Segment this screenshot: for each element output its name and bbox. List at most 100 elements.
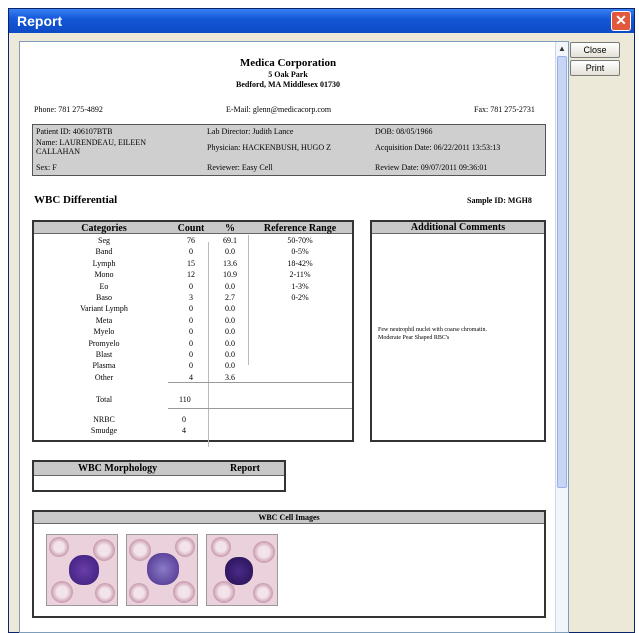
row-category: Lymph (92, 258, 116, 268)
row-pct: 2.7 (225, 293, 235, 302)
reviewer: Reviewer: Easy Cell (207, 163, 273, 172)
wbc-differential-table: Categories Count % Reference Range Seg 76… (32, 220, 354, 447)
row-category: Variant Lymph (80, 304, 128, 314)
row-category: Baso (96, 293, 112, 302)
morphology-report-col: Report (230, 463, 260, 474)
row-pct: 13.6 (223, 258, 237, 268)
row-count: 0 (189, 361, 193, 371)
nrbc-label: NRBC (93, 415, 115, 424)
row-category: Myelo (93, 327, 115, 337)
row-category: Other (94, 372, 114, 382)
additional-comments-box: Additional Comments Few neutrophil nucle… (370, 220, 546, 442)
row-pct: 3.6 (225, 372, 235, 382)
row-reference: 50-70% (287, 236, 313, 245)
row-category: Mono (94, 270, 114, 280)
row-reference: 2-11% (289, 270, 311, 280)
print-button[interactable]: Print (570, 60, 620, 76)
col-header-pct: % (225, 223, 235, 234)
row-pct: 0.0 (225, 281, 235, 291)
row-count: 4 (189, 372, 193, 382)
patient-id: Patient ID: 406107BTB (36, 127, 113, 136)
org-fax: Fax: 781 275-2731 (474, 105, 535, 114)
row-reference: 18-42% (287, 258, 313, 268)
acquisition-date: Acquisition Date: 06/22/2011 13:53:13 (375, 143, 501, 152)
row-category: Promyelo (88, 338, 120, 348)
org-name: Medica Corporation (239, 57, 337, 69)
row-pct: 0.0 (225, 315, 235, 325)
comment-line-1: Few neutrophil nuclei with coarse chroma… (378, 327, 487, 333)
images-title: WBC Cell Images (258, 513, 320, 522)
close-window-icon[interactable]: ✕ (611, 11, 631, 31)
physician: Physician: HACKENBUSH, HUGO Z (207, 143, 331, 152)
wbc-morphology-box: WBC Morphology Report (32, 460, 286, 492)
row-reference: 0-2% (291, 293, 309, 302)
org-address-1: 5 Oak Park (268, 70, 308, 79)
vertical-scrollbar[interactable]: ▲ (555, 42, 568, 632)
smudge-label: Smudge (90, 426, 118, 435)
scroll-thumb[interactable] (557, 56, 567, 488)
patient-info-box: Patient ID: 406107BTB Name: LAURENDEAU, … (32, 124, 546, 176)
col-header-count: Count (177, 223, 205, 234)
total-label: Total (95, 395, 113, 404)
patient-name: Name: LAURENDEAU, EILEEN CALLAHAN (36, 138, 146, 156)
row-category: Plasma (92, 361, 116, 371)
row-pct: 0.0 (225, 304, 235, 314)
total-line-bottom (168, 408, 352, 409)
report-viewer[interactable]: ▲ Medica Corporation 5 Oak Park Bedford,… (19, 41, 569, 633)
cell-image-1[interactable] (46, 534, 118, 606)
sample-id: Sample ID: MGH8 (467, 196, 532, 205)
row-category: Seg (98, 236, 110, 245)
org-phone: Phone: 781 275-4892 (34, 105, 103, 114)
row-count: 0 (189, 350, 193, 359)
row-count: 0 (189, 247, 193, 257)
report-window: Report ✕ Close Print ▲ Medica Corporatio… (8, 8, 635, 633)
total-value: 110 (179, 395, 191, 404)
lab-director: Lab Director: Judith Lance (207, 127, 294, 136)
client-area: Close Print ▲ Medica Corporation 5 Oak P… (12, 33, 631, 633)
window-title: Report (17, 13, 63, 29)
scroll-up-icon[interactable]: ▲ (556, 42, 568, 55)
morphology-title: WBC Morphology (78, 463, 158, 474)
review-date: Review Date: 09/07/2011 09:36:01 (375, 163, 488, 172)
row-count: 12 (187, 270, 195, 280)
title-bar: Report ✕ (9, 9, 634, 33)
cell-image-3[interactable] (206, 534, 278, 606)
row-count: 0 (189, 304, 193, 314)
row-count: 0 (189, 315, 193, 325)
nrbc-value: 0 (182, 415, 186, 424)
row-reference: 0-5% (291, 247, 309, 257)
smudge-value: 4 (182, 426, 186, 435)
pct-divider (248, 235, 249, 365)
row-pct: 0.0 (225, 327, 235, 337)
row-pct: 69.1 (223, 236, 237, 245)
row-category: Eo (99, 281, 109, 291)
row-pct: 10.9 (223, 270, 237, 280)
row-count: 0 (189, 327, 193, 337)
org-address-2: Bedford, MA Middlesex 01730 (236, 80, 340, 89)
row-category: Meta (95, 315, 113, 325)
row-count: 3 (189, 293, 193, 302)
close-button[interactable]: Close (570, 42, 620, 58)
section-title: WBC Differential (34, 194, 118, 206)
org-email: E-Mail: glenn@medicacorp.com (226, 105, 332, 114)
row-count: 15 (187, 258, 195, 268)
total-line-top (168, 382, 352, 383)
row-pct: 0.0 (225, 338, 235, 348)
row-count: 0 (189, 281, 193, 291)
comment-line-2: Moderate Pear Shaped RBC's (378, 335, 450, 341)
dob: DOB: 08/05/1966 (375, 127, 433, 136)
row-category: Band (95, 247, 113, 257)
row-pct: 0.0 (225, 247, 235, 257)
row-reference: 1-3% (291, 281, 309, 291)
row-category: Blast (95, 350, 113, 359)
wbc-cell-images-box: WBC Cell Images (32, 510, 546, 618)
row-count: 76 (187, 236, 195, 245)
row-pct: 0.0 (225, 350, 235, 359)
comments-header: Additional Comments (372, 222, 544, 234)
col-header-categories: Categories (81, 223, 127, 234)
row-pct: 0.0 (225, 361, 235, 371)
col-header-reference: Reference Range (263, 223, 337, 234)
row-count: 0 (189, 338, 193, 348)
patient-sex: Sex: F (36, 163, 57, 172)
cell-image-2[interactable] (126, 534, 198, 606)
